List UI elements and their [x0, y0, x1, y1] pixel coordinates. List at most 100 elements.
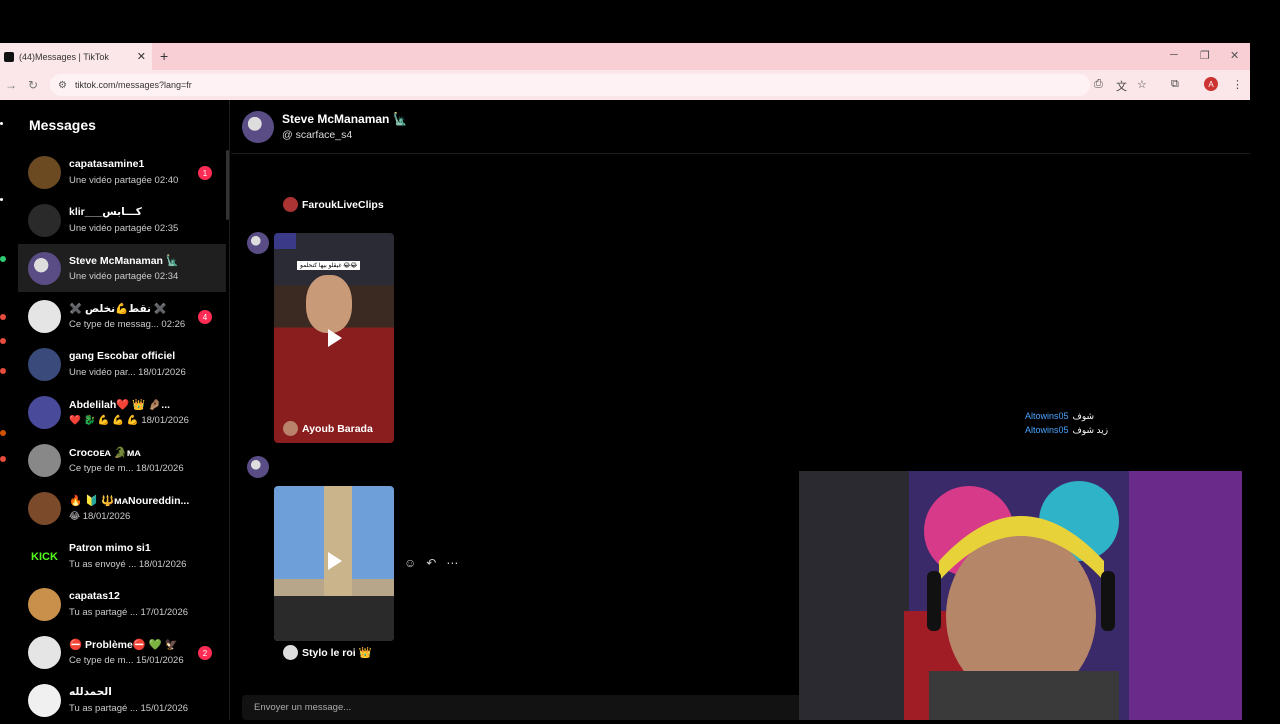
author-avatar [283, 645, 298, 660]
avatar [28, 636, 61, 669]
crowd-shape [274, 596, 394, 641]
conversation-preview: ❤️ 🐉 💪 💪 💪 18/01/2026 [69, 415, 189, 426]
minimize-icon[interactable]: ─ [1170, 49, 1178, 61]
play-icon[interactable] [328, 329, 342, 347]
conversation-item[interactable]: KICK Patron mimo si1 Tu as envoyé ... 18… [18, 532, 226, 580]
conversation-item[interactable]: capatasamine1 Une vidéo partagée 02:40 1 [18, 148, 226, 196]
rail-messages-icon[interactable] [0, 368, 6, 374]
conversation-preview: Tu as partagé ... 17/01/2026 [69, 607, 189, 618]
rail-notification-icon[interactable] [0, 338, 6, 344]
browser-tab[interactable]: (44)Messages | TikTok ✕ [0, 43, 152, 70]
conversation-sidebar: Messages capatasamine1 Une vidéo partagé… [18, 100, 230, 720]
shared-video-author[interactable]: Stylo le roi 👑 [283, 645, 372, 660]
screen-top-black-band [0, 0, 1280, 43]
conversation-preview: Ce type de m... 15/01/2026 [69, 655, 184, 666]
rail-home-icon[interactable] [0, 122, 3, 125]
new-tab-button[interactable]: + [160, 48, 168, 64]
sender-avatar[interactable] [247, 232, 269, 254]
chat-contact-name[interactable]: Steve McManaman 🗽 [282, 112, 408, 126]
conversation-name: capatas12 [69, 590, 120, 602]
tiktok-favicon-icon [4, 51, 14, 62]
conversation-preview: Une vidéo partagée 02:35 [69, 223, 179, 234]
site-settings-icon[interactable]: ⚙ [58, 80, 67, 91]
sender-avatar[interactable] [247, 456, 269, 478]
rail-explore-icon[interactable] [0, 198, 3, 201]
conversation-item[interactable]: Crocoᴇᴀ 🐊ᴍᴀ Ce type de m... 18/01/2026 [18, 436, 226, 484]
graffiti-wall [1129, 471, 1242, 720]
avatar [28, 492, 61, 525]
tab-title: (44)Messages | TikTok [19, 51, 109, 62]
webcam-overlay [799, 471, 1242, 720]
conversation-name: Steve McManaman 🗽 [69, 255, 179, 267]
unread-badge: 2 [198, 646, 212, 660]
more-options-icon[interactable]: ⋯ [446, 556, 458, 570]
author-name: FaroukLiveClips [302, 198, 384, 211]
conversation-item-active[interactable]: Steve McManaman 🗽 Une vidéo partagée 02:… [18, 244, 226, 292]
kick-logo-avatar: KICK [28, 540, 61, 573]
conversation-name: Abdelilah❤️ 👑 🤌🏽... [69, 399, 171, 411]
extensions-icon[interactable]: ⧉ [1171, 78, 1179, 91]
conversation-item[interactable]: ⛔ Problème⛔ 💚 🦅 Ce type de m... 15/01/20… [18, 628, 226, 676]
author-avatar [283, 421, 298, 436]
conversation-name: ⛔ Problème⛔ 💚 🦅 [69, 639, 178, 651]
bookmark-star-icon[interactable]: ☆ [1137, 78, 1147, 91]
avatar [28, 156, 61, 189]
conversation-item[interactable]: ✖️ نقط💪نخلص ✖️ Ce type de messag... 02:2… [18, 292, 226, 340]
shared-video-author[interactable]: Ayoub Barada [283, 421, 373, 436]
conversation-item[interactable]: klir___كـــابس Une vidéo partagée 02:35 [18, 196, 226, 244]
unread-badge: 4 [198, 310, 212, 324]
conversation-item[interactable]: gang Escobar officiel Une vidéo par... 1… [18, 340, 226, 388]
headphone-shape [1101, 571, 1115, 631]
shared-video-thumbnail[interactable] [274, 486, 394, 641]
door-shape [799, 471, 909, 720]
window-close-icon[interactable]: ✕ [1230, 49, 1239, 62]
stream-chat-user: Altowins05 [1025, 411, 1069, 421]
play-icon[interactable] [328, 552, 342, 570]
url-input[interactable]: ⚙ tiktok.com/messages?lang=fr [50, 74, 1090, 96]
avatar [28, 300, 61, 333]
avatar [28, 444, 61, 477]
avatar [28, 684, 61, 717]
rail-more-icon[interactable] [0, 456, 6, 462]
conversation-name: Patron mimo si1 [69, 542, 151, 554]
conversation-item[interactable]: 🔥 🔰 🔱ᴍᴀNoureddin... 😂 18/01/2026 [18, 484, 226, 532]
shared-video-author[interactable]: FaroukLiveClips [283, 197, 384, 212]
rail-profile-icon[interactable] [0, 430, 6, 436]
message-input[interactable]: Envoyer un message... [242, 695, 802, 720]
conversation-preview: Tu as partagé ... 15/01/2026 [69, 703, 189, 714]
maximize-icon[interactable]: ❐ [1200, 49, 1210, 62]
avatar [28, 588, 61, 621]
headphone-shape [927, 571, 941, 631]
reply-icon[interactable]: ↶ [426, 556, 436, 570]
forward-icon[interactable]: → [5, 78, 17, 92]
shared-video-thumbnail[interactable]: غيقلو بيها كنحلمو 😂😂 [274, 233, 394, 443]
thumbnail-tab [274, 233, 296, 249]
conversation-item[interactable]: Abdelilah❤️ 👑 🤌🏽... ❤️ 🐉 💪 💪 💪 18/01/202… [18, 388, 226, 436]
react-emoji-icon[interactable]: ☺ [404, 556, 416, 570]
avatar [28, 348, 61, 381]
conversation-name: 🔥 🔰 🔱ᴍᴀNoureddin... [69, 495, 190, 507]
screen-right-black-band [1250, 43, 1280, 720]
rail-live-icon[interactable] [0, 256, 6, 262]
face-shape [306, 275, 352, 333]
conversation-name: klir___كـــابس [69, 206, 142, 218]
sidebar-scrollbar[interactable] [226, 150, 229, 220]
conversation-preview: Une vidéo par... 18/01/2026 [69, 367, 186, 378]
translate-icon[interactable]: 文 [1116, 78, 1127, 94]
video-caption: غيقلو بيها كنحلمو 😂😂 [297, 261, 361, 270]
profile-avatar[interactable]: A [1204, 77, 1218, 91]
tab-close-icon[interactable]: ✕ [137, 50, 146, 63]
conversation-name: gang Escobar officiel [69, 350, 176, 362]
reload-icon[interactable]: ↻ [28, 78, 38, 92]
conversation-item[interactable]: الحمدلله Tu as partagé ... 15/01/2026 [18, 676, 226, 724]
webcam-illustration [799, 471, 1242, 720]
install-app-icon[interactable]: ⎙ [1094, 78, 1103, 91]
chat-avatar[interactable] [242, 111, 274, 143]
hoodie-shape [929, 671, 1119, 720]
conversation-preview: Une vidéo partagée 02:40 [69, 175, 179, 186]
stream-chat-user: Altowins05 [1025, 425, 1069, 435]
rail-notification-icon[interactable] [0, 314, 6, 320]
conversation-item[interactable]: capatas12 Tu as partagé ... 17/01/2026 [18, 580, 226, 628]
browser-menu-icon[interactable]: ⋮ [1232, 78, 1243, 91]
conversation-name: الحمدلله [69, 686, 112, 698]
